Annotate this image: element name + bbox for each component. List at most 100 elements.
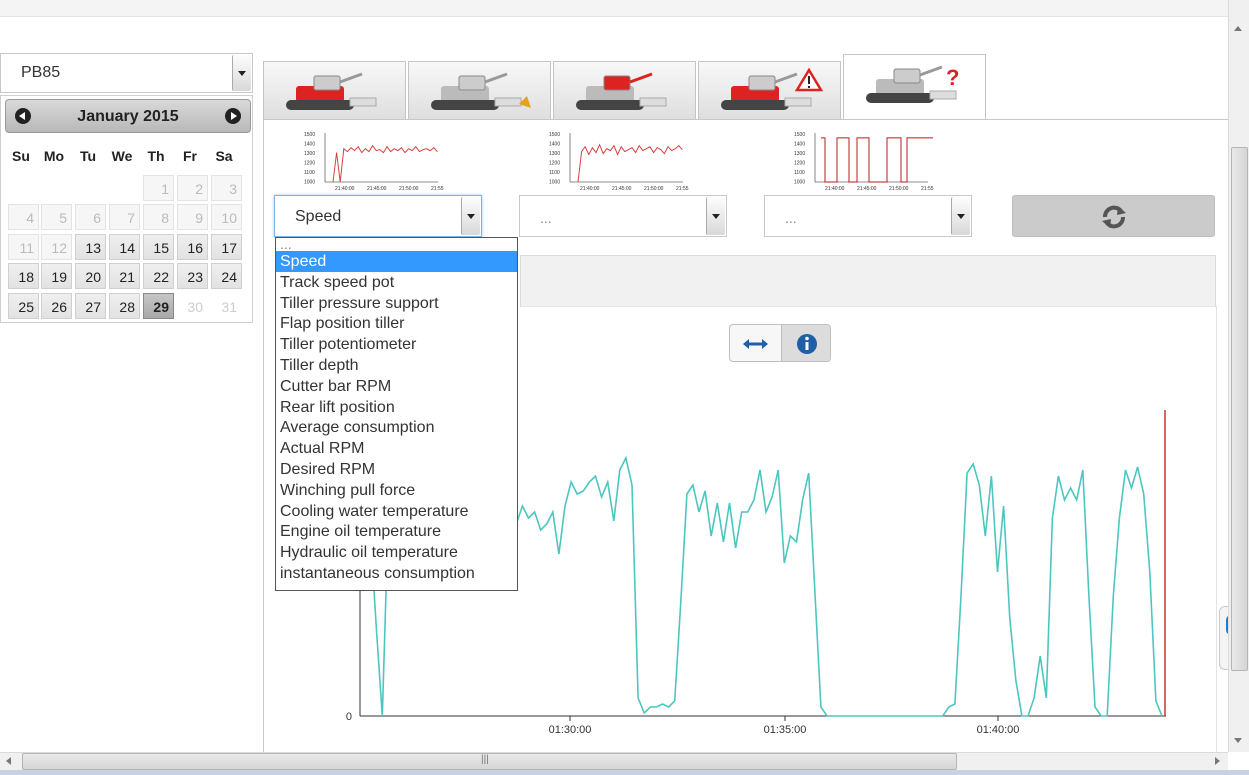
thumbnail-y-tick: 1000 (549, 180, 560, 186)
dropdown-option[interactable]: Tiller potentiometer (276, 334, 517, 355)
thumbnail-y-tick: 1100 (549, 170, 560, 176)
dropdown-option[interactable]: Desired RPM (276, 459, 517, 480)
dropdown-option[interactable]: Winching pull force (276, 480, 517, 501)
chevron-down-icon[interactable] (232, 55, 251, 91)
calendar-day[interactable]: 14 (109, 234, 140, 260)
thumbnail-y-tick: 1400 (304, 142, 315, 148)
thumbnail-y-tick: 1300 (549, 151, 560, 157)
chevron-down-icon[interactable] (951, 197, 970, 235)
weekday-header: Th (147, 148, 165, 164)
dropdown-option[interactable]: Hydraulic oil temperature (276, 542, 517, 563)
chevron-down-icon[interactable] (461, 197, 480, 235)
thumbnail-y-tick: 1400 (549, 142, 560, 148)
thumbnail-x-tick: 21:40:00 (825, 186, 845, 192)
dropdown-option[interactable]: Speed (276, 251, 517, 272)
snowcat-warning-icon (721, 68, 824, 110)
calendar-day[interactable]: 26 (41, 293, 72, 319)
calendar-day[interactable]: 16 (177, 234, 208, 260)
dropdown-option[interactable]: Cooling water temperature (276, 501, 517, 522)
weekday-header: We (111, 148, 133, 164)
calendar-day[interactable]: 29 (143, 293, 174, 319)
calendar-day: 12 (41, 234, 72, 260)
thumbnail-series-line (577, 143, 683, 183)
calendar-day[interactable]: 21 (109, 263, 140, 289)
calendar-day[interactable]: 28 (109, 293, 140, 319)
calendar-day: 31 (211, 293, 242, 319)
signal-select-3[interactable]: ... (764, 195, 972, 237)
scroll-grip: ||| (481, 754, 489, 765)
thumbnail-x-tick: 21:45:00 (857, 186, 877, 192)
dropdown-option[interactable]: Tiller depth (276, 355, 517, 376)
vehicle-select[interactable]: PB85 (0, 53, 253, 93)
calendar-day[interactable]: 25 (8, 293, 39, 319)
tab-1[interactable] (263, 61, 406, 120)
dropdown-option[interactable]: Track speed pot (276, 272, 517, 293)
calendar-day: 7 (109, 204, 140, 230)
calendar-day[interactable]: 27 (75, 293, 106, 319)
thumbnail-series-line (332, 144, 438, 183)
scroll-left-icon[interactable] (6, 757, 11, 765)
dropdown-option[interactable]: Flap position tiller (276, 313, 517, 334)
info-icon (797, 334, 817, 354)
browser-top-strip (0, 0, 1228, 17)
thumbnail-x-tick: 21:40:00 (335, 186, 355, 192)
calendar-day: 8 (143, 204, 174, 230)
next-month-icon[interactable] (225, 108, 241, 124)
thumbnail-y-tick: 1500 (794, 132, 805, 138)
calendar-day[interactable]: 18 (8, 263, 39, 289)
tab-4[interactable] (698, 61, 841, 120)
dropdown-option[interactable]: Cutter bar RPM (276, 376, 517, 397)
weekday-header: Su (12, 148, 30, 164)
pan-button[interactable] (730, 325, 781, 361)
signal-select-1[interactable]: Speed (274, 195, 482, 237)
calendar-day[interactable]: 13 (75, 234, 106, 260)
refresh-button[interactable] (1012, 195, 1215, 237)
calendar-day[interactable]: 23 (177, 263, 208, 289)
calendar-day: 9 (177, 204, 208, 230)
scroll-right-icon[interactable] (1215, 757, 1220, 765)
thumbnail-y-tick: 1500 (304, 132, 315, 138)
calendar-day: 3 (211, 175, 242, 201)
thumbnail-chart-2[interactable]: 1500 1400 1300 1200 1100 1000 21:40:00 21:45:00… (548, 127, 698, 193)
thumbnail-y-tick: 1200 (549, 161, 560, 167)
calendar-day: 10 (211, 204, 242, 230)
thumbnail-x-tick: 21:55 (676, 186, 689, 192)
dropdown-option[interactable]: Engine oil temperature (276, 521, 517, 542)
calendar-day[interactable]: 17 (211, 234, 242, 260)
vehicle-select-value: PB85 (21, 64, 61, 81)
signal-select-3-value: ... (785, 210, 797, 226)
tab-5[interactable]: ? (843, 54, 986, 120)
calendar-day[interactable]: 19 (41, 263, 72, 289)
snowcat-grey-fuel-icon (431, 72, 531, 110)
dropdown-option[interactable]: Rear lift position (276, 397, 517, 418)
snowcat-question-icon: ? (866, 65, 959, 103)
thumbnail-chart-1[interactable]: 1500 1400 1300 1200 1100 1000 21:40:00 21:45:00… (303, 127, 453, 193)
calendar-day[interactable]: 15 (143, 234, 174, 260)
os-taskbar (0, 770, 1249, 775)
dropdown-option[interactable]: instantaneous consumption (276, 563, 517, 584)
thumbnail-y-tick: 1000 (304, 180, 315, 186)
horizontal-scroll-thumb[interactable]: ||| (22, 753, 957, 770)
chart-toolbar (729, 324, 831, 362)
chevron-down-icon[interactable] (706, 197, 725, 235)
thumbnail-chart-3[interactable]: 1500 1400 1300 1200 1100 1000 21:40:00 21:45:00… (793, 127, 943, 193)
thumbnail-y-tick: 1100 (794, 170, 805, 176)
calendar-day[interactable]: 24 (211, 263, 242, 289)
calendar-day[interactable]: 22 (143, 263, 174, 289)
thumbnail-x-tick: 21:50:00 (399, 186, 419, 192)
dropdown-option[interactable]: ... (276, 237, 517, 252)
calendar-day: 30 (177, 293, 208, 319)
calendar-day[interactable]: 20 (75, 263, 106, 289)
dropdown-option[interactable]: Tiller pressure support (276, 293, 517, 314)
scroll-up-icon[interactable] (1234, 26, 1242, 31)
signal-select-2[interactable]: ... (519, 195, 727, 237)
dropdown-option[interactable]: Average consumption (276, 417, 517, 438)
dropdown-option[interactable]: Actual RPM (276, 438, 517, 459)
tab-2[interactable] (408, 61, 551, 120)
tab-3[interactable] (553, 61, 696, 120)
vertical-scroll-thumb[interactable] (1231, 147, 1248, 671)
signal-dropdown-list: ... Speed Track speed pot Tiller pressure s… (275, 237, 518, 591)
scroll-down-icon[interactable] (1234, 738, 1242, 743)
info-button[interactable] (781, 325, 830, 361)
signal-select-2-value: ... (540, 210, 552, 226)
